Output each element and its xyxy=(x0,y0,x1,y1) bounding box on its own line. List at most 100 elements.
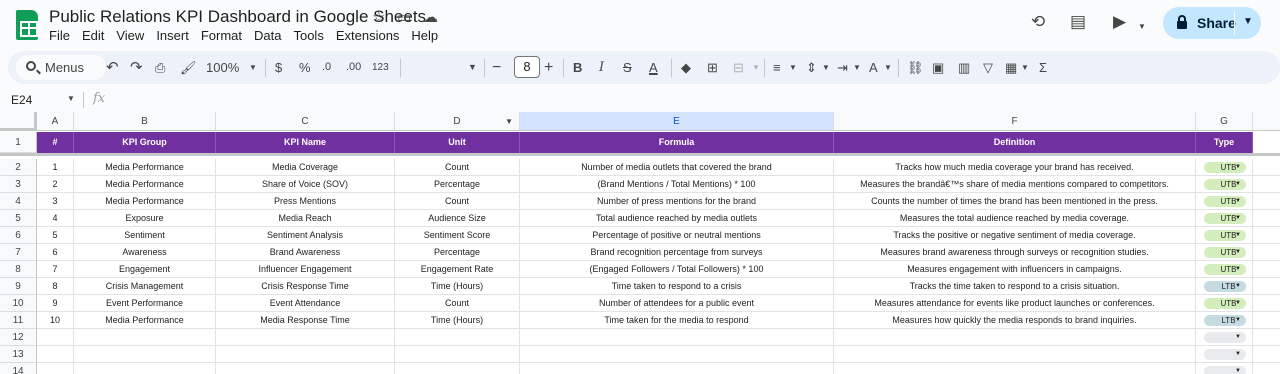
column-header-h[interactable] xyxy=(1253,112,1280,131)
row-header[interactable]: 6 xyxy=(0,227,37,244)
table-cell[interactable] xyxy=(834,363,1196,374)
table-cell[interactable]: LTB ▼ xyxy=(1196,312,1253,329)
menu-insert[interactable]: Insert xyxy=(156,28,195,44)
table-cell[interactable] xyxy=(1253,244,1280,261)
menu-edit[interactable]: Edit xyxy=(82,28,110,44)
table-cell[interactable]: Percentage of positive or neutral mentio… xyxy=(520,227,834,244)
redo-icon[interactable]: ↷ xyxy=(130,51,143,84)
table-cell[interactable]: 4 xyxy=(37,210,74,227)
valign-dropdown-icon[interactable]: ▼ xyxy=(822,51,830,84)
table-cell[interactable]: Media Performance xyxy=(74,312,216,329)
column-filter-dropdown-icon[interactable]: ▼ xyxy=(505,112,513,131)
type-dropdown-chip[interactable]: UTB ▼ xyxy=(1204,162,1246,173)
comments-icon[interactable]: ▤ xyxy=(1070,12,1086,32)
percent-format-button[interactable]: % xyxy=(299,51,311,84)
table-cell[interactable]: Measures engagement with influencers in … xyxy=(834,261,1196,278)
table-cell[interactable]: Count xyxy=(395,193,520,210)
chip-dropdown-icon[interactable]: ▼ xyxy=(1235,281,1241,292)
row-header[interactable]: 12 xyxy=(0,329,37,346)
name-box-dropdown-icon[interactable]: ▼ xyxy=(67,94,75,103)
table-cell[interactable] xyxy=(1253,176,1280,193)
table-header-cell[interactable]: Formula xyxy=(520,132,834,153)
table-cell[interactable] xyxy=(37,363,74,374)
document-title[interactable]: Public Relations KPI Dashboard in Google… xyxy=(49,7,426,27)
chip-dropdown-icon[interactable]: ▼ xyxy=(1235,366,1241,374)
table-cell[interactable]: Measures how quickly the media responds … xyxy=(834,312,1196,329)
table-cell[interactable]: Crisis Management xyxy=(74,278,216,295)
menu-view[interactable]: View xyxy=(116,28,150,44)
bold-icon[interactable]: B xyxy=(573,51,582,84)
table-cell[interactable]: 7 xyxy=(37,261,74,278)
text-wrapping-icon[interactable]: ⇥ xyxy=(837,51,848,84)
star-icon[interactable]: ☆ xyxy=(372,9,385,27)
increase-font-size-icon[interactable]: + xyxy=(544,51,553,84)
type-dropdown-chip[interactable]: LTB ▼ xyxy=(1204,315,1246,326)
increase-decimal-button[interactable]: .00 xyxy=(346,51,361,84)
merge-dropdown-icon[interactable]: ▼ xyxy=(752,51,760,84)
table-cell[interactable] xyxy=(1253,193,1280,210)
table-cell[interactable] xyxy=(395,329,520,346)
text-color-icon[interactable]: A xyxy=(649,51,658,84)
table-cell[interactable]: Press Mentions xyxy=(216,193,395,210)
chip-dropdown-icon[interactable]: ▼ xyxy=(1235,179,1241,190)
row-header[interactable]: 2 xyxy=(0,159,37,176)
table-cell[interactable]: Time taken to respond to a crisis xyxy=(520,278,834,295)
table-cell[interactable]: Brand recognition percentage from survey… xyxy=(520,244,834,261)
chip-dropdown-icon[interactable]: ▼ xyxy=(1235,247,1241,258)
table-cell[interactable]: ▼ xyxy=(1196,346,1253,363)
insert-comment-icon[interactable]: ▣ xyxy=(932,51,944,84)
table-header-cell[interactable]: KPI Group xyxy=(74,132,216,153)
table-cell[interactable]: Percentage xyxy=(395,244,520,261)
borders-icon[interactable]: ⊞ xyxy=(707,51,718,84)
table-cell[interactable]: Sentiment Analysis xyxy=(216,227,395,244)
table-cell[interactable] xyxy=(1253,312,1280,329)
table-cell[interactable] xyxy=(37,346,74,363)
merge-cells-icon[interactable]: ⊟ xyxy=(733,51,744,84)
table-cell[interactable]: Engagement Rate xyxy=(395,261,520,278)
functions-icon[interactable]: Σ xyxy=(1039,51,1047,84)
table-cell[interactable]: Count xyxy=(395,159,520,176)
table-cell[interactable]: Influencer Engagement xyxy=(216,261,395,278)
rotation-dropdown-icon[interactable]: ▼ xyxy=(884,51,892,84)
insert-chart-icon[interactable]: ▥ xyxy=(958,51,970,84)
column-header-c[interactable]: C xyxy=(216,112,395,131)
table-cell[interactable]: Engagement xyxy=(74,261,216,278)
table-cell[interactable]: 9 xyxy=(37,295,74,312)
currency-format-button[interactable]: $ xyxy=(275,51,282,84)
row-header[interactable]: 3 xyxy=(0,176,37,193)
row-header[interactable]: 11 xyxy=(0,312,37,329)
table-cell[interactable]: 8 xyxy=(37,278,74,295)
table-cell[interactable]: UTB ▼ xyxy=(1196,244,1253,261)
table-cell[interactable]: Measures brand awareness through surveys… xyxy=(834,244,1196,261)
table-cell[interactable]: Audience Size xyxy=(395,210,520,227)
table-cell[interactable]: Counts the number of times the brand has… xyxy=(834,193,1196,210)
table-cell[interactable]: 2 xyxy=(37,176,74,193)
table-cell[interactable]: Time (Hours) xyxy=(395,278,520,295)
select-all-corner[interactable] xyxy=(0,112,37,131)
undo-icon[interactable]: ↶ xyxy=(106,51,119,84)
table-cell[interactable] xyxy=(834,329,1196,346)
table-cell[interactable] xyxy=(74,329,216,346)
column-header-f[interactable]: F xyxy=(834,112,1196,131)
table-cell[interactable]: Measures the brandâ€™s share of media me… xyxy=(834,176,1196,193)
chip-dropdown-icon[interactable]: ▼ xyxy=(1235,162,1241,173)
table-cell[interactable]: Exposure xyxy=(74,210,216,227)
table-cell[interactable]: (Brand Mentions / Total Mentions) * 100 xyxy=(520,176,834,193)
row-header[interactable]: 5 xyxy=(0,210,37,227)
type-dropdown-chip[interactable]: UTB ▼ xyxy=(1204,264,1246,275)
table-cell[interactable]: UTB ▼ xyxy=(1196,227,1253,244)
menu-data[interactable]: Data xyxy=(254,28,287,44)
table-cell[interactable]: Crisis Response Time xyxy=(216,278,395,295)
table-cell[interactable]: Media Performance xyxy=(74,176,216,193)
table-cell[interactable] xyxy=(1253,159,1280,176)
table-cell[interactable]: Sentiment Score xyxy=(395,227,520,244)
table-cell[interactable]: 1 xyxy=(37,159,74,176)
table-cell[interactable]: Media Performance xyxy=(74,159,216,176)
menu-help[interactable]: Help xyxy=(411,28,444,44)
row-header[interactable]: 13 xyxy=(0,346,37,363)
table-cell[interactable]: UTB ▼ xyxy=(1196,210,1253,227)
table-cell[interactable]: Media Reach xyxy=(216,210,395,227)
table-cell[interactable]: UTB ▼ xyxy=(1196,295,1253,312)
row-header[interactable]: 9 xyxy=(0,278,37,295)
table-cell[interactable]: UTB ▼ xyxy=(1196,176,1253,193)
